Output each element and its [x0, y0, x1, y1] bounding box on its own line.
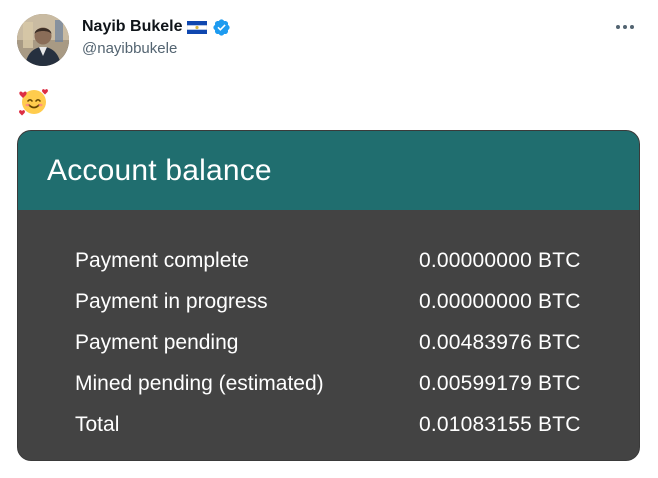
- balance-value: 0.00000000 BTC: [419, 248, 581, 272]
- balance-row: Mined pending (estimated) 0.00599179 BTC: [18, 363, 639, 404]
- balance-row: Payment in progress 0.00000000 BTC: [18, 281, 639, 322]
- el-salvador-flag-icon: [187, 20, 208, 34]
- tweet: Nayib Bukele @nayibbukele Account balanc…: [0, 0, 658, 478]
- smiling-face-with-hearts-icon: [18, 85, 50, 117]
- balance-row: Payment complete 0.00000000 BTC: [18, 240, 639, 281]
- balance-row-total: Total 0.01083155 BTC: [18, 404, 639, 445]
- tweet-header: Nayib Bukele @nayibbukele: [82, 16, 231, 57]
- balance-label: Payment in progress: [75, 289, 268, 313]
- more-options-button[interactable]: [610, 16, 640, 38]
- more-dots-icon: [616, 25, 634, 29]
- name-row: Nayib Bukele: [82, 16, 231, 38]
- balance-label: Mined pending (estimated): [75, 371, 324, 395]
- avatar-photo: [17, 14, 69, 66]
- balance-row: Payment pending 0.00483976 BTC: [18, 322, 639, 363]
- balance-value: 0.00483976 BTC: [419, 330, 581, 354]
- balance-value: 0.01083155 BTC: [419, 412, 581, 436]
- balance-table: Payment complete 0.00000000 BTC Payment …: [18, 210, 639, 445]
- balance-label: Payment pending: [75, 330, 239, 354]
- display-name[interactable]: Nayib Bukele: [82, 18, 182, 36]
- balance-value: 0.00000000 BTC: [419, 289, 581, 313]
- account-balance-image[interactable]: Account balance Payment complete 0.00000…: [17, 130, 640, 461]
- user-handle[interactable]: @nayibbukele: [82, 40, 231, 57]
- avatar[interactable]: [17, 14, 69, 66]
- balance-value: 0.00599179 BTC: [419, 371, 581, 395]
- card-title: Account balance: [47, 153, 272, 187]
- balance-label: Total: [75, 412, 120, 436]
- card-header: Account balance: [18, 131, 639, 210]
- verified-badge-icon[interactable]: [212, 18, 231, 37]
- balance-label: Payment complete: [75, 248, 249, 272]
